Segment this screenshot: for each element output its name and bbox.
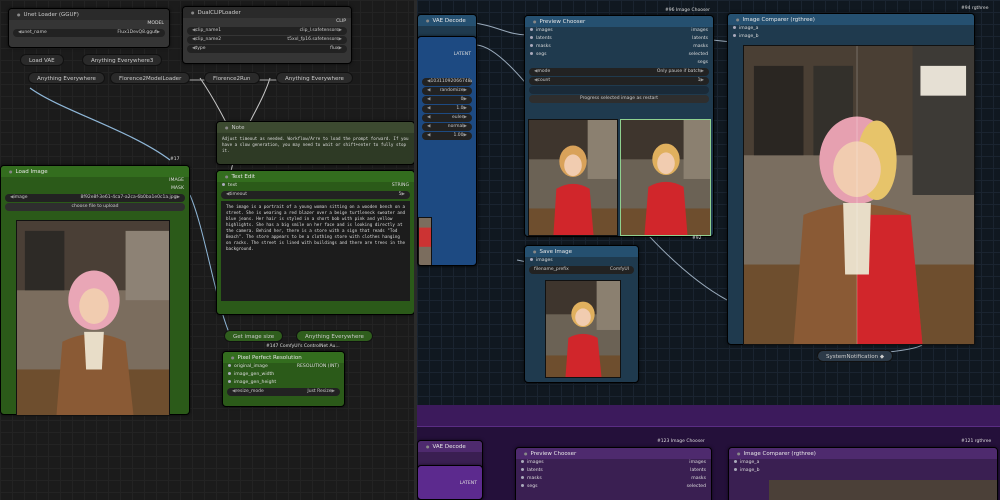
mode-field[interactable]: ◀ mode Only pause if batch ▶ (529, 68, 709, 76)
load-image-badge: #17 (170, 157, 180, 162)
chooser-image-2[interactable] (620, 119, 711, 236)
preview-spacer (529, 86, 709, 94)
count-field[interactable]: ◀ count 1 ▶ (529, 77, 709, 85)
load-image-title: Load Image (1, 166, 189, 177)
image-comparer-2-node[interactable]: Image Comparer (rgthree) image_a image_b (728, 447, 998, 500)
clip-loader-title: DualCLIPLoader (183, 7, 351, 18)
note-node[interactable]: Note Adjust timeout as needed. Workflow/… (216, 121, 415, 165)
resize-mode-field[interactable]: ◀ resize_mode Just Resize ▶ (227, 388, 340, 396)
note-text[interactable]: Adjust timeout as needed. Workflow/Arre … (217, 133, 414, 157)
image-comparer-2-badge: #121 rgthree (961, 439, 992, 444)
pixel-perfect-resolution-node[interactable]: Pixel Perfect Resolution original_imageR… (222, 351, 345, 407)
image-comparer-2-title: Image Comparer (rgthree) (729, 448, 997, 459)
system-notification-node[interactable]: SystemNotification ◆ (817, 350, 894, 362)
vae-decode-title: VAE Decode (418, 15, 476, 26)
ksampler-preview (418, 217, 432, 265)
clip-name1-field[interactable]: ◀ clip_name1 clip_l.safetensors ▶ (187, 27, 347, 35)
anything-everywhere-node-1[interactable]: Anything Everywhere (28, 72, 105, 84)
ksampler-2-node[interactable]: LATENT (417, 465, 483, 500)
comparer-2-image-strip (769, 480, 997, 500)
anything-everywhere-node-3[interactable]: Anything Everywhere (296, 330, 373, 342)
pixel-perfect-title: Pixel Perfect Resolution (223, 352, 344, 363)
florence2-run-node[interactable]: Florence2Run (204, 72, 260, 84)
mask-output-label[interactable]: MASK (171, 185, 184, 193)
chooser-image-badge: #92 (692, 236, 702, 241)
ksampler-node[interactable]: LATENT ◀10311092066748▶ ◀randomize▶ ◀0▶ … (417, 36, 477, 266)
sampler-field[interactable]: ◀ euler ▶ (422, 114, 472, 122)
text-edit-node[interactable]: Text Edit textSTRING ◀timeout5▶ The imag… (216, 170, 415, 315)
unet-loader-node[interactable]: Unet Loader (GGUF) MODEL ◀unet_nameFlux1… (8, 8, 170, 48)
preview-chooser-2-node[interactable]: Preview Chooser imagesimages latentslate… (515, 447, 712, 500)
steps-field[interactable]: ◀ 0 ▶ (422, 96, 472, 104)
timeout-field[interactable]: ◀ timeout 5 ▶ (221, 191, 410, 199)
image-output-label[interactable]: IMAGE (169, 177, 184, 185)
model-output-label[interactable]: MODEL (147, 20, 164, 28)
get-image-size-node[interactable]: Get image size (224, 330, 284, 342)
anything-everywhere3-node[interactable]: Anything Everywhere3 (82, 54, 163, 66)
image-file-field[interactable]: ◀ image 8f92e8f-3e61-4ca7-a2ca-6b0ba1e0c1a… (5, 194, 185, 202)
scheduler-field[interactable]: ◀ normal ▶ (422, 123, 472, 131)
preview-chooser-badge: #96 Image Chooser (665, 8, 710, 13)
vae-decode-2-title: VAE Decode (418, 441, 482, 452)
preview-chooser-2-title: Preview Chooser (516, 448, 711, 459)
denoise-field[interactable]: ◀ 1.00 ▶ (422, 132, 472, 140)
dual-clip-loader-node[interactable]: DualCLIPLoader CLIP ◀clip_name1clip_l.sa… (182, 6, 352, 64)
cfg-field[interactable]: ◀ 1.0 ▶ (422, 105, 472, 113)
pixel-perfect-badge: #147 ComfyUI's ControlNet Au... (266, 344, 340, 349)
right-workflow-canvas[interactable]: #98 VAE Decode LATENT ◀10311092066748▶ ◀… (417, 0, 1000, 500)
control-after-generate-field[interactable]: ◀ randomize ▶ (422, 87, 472, 95)
filename-prefix-field[interactable]: filename_prefix ComfyUI (529, 266, 634, 274)
note-title: Note (217, 122, 414, 133)
unet-loader-title: Unet Loader (GGUF) (9, 9, 169, 20)
progress-selected-button[interactable]: Progress selected image as restart (529, 95, 709, 103)
anything-everywhere-node-2[interactable]: Anything Everywhere (276, 72, 353, 84)
loaded-image-preview (16, 220, 170, 416)
text-edit-title: Text Edit (217, 171, 414, 182)
clip-name2-field[interactable]: ◀ clip_name2 t5xxl_fp16.safetensors ▶ (187, 36, 347, 44)
choose-file-button[interactable]: choose file to upload (5, 203, 185, 211)
saved-image-preview (545, 280, 621, 378)
text-edit-textarea[interactable]: The image is a portrait of a young woman… (221, 201, 410, 301)
seed-field[interactable]: ◀10311092066748▶ (422, 78, 472, 86)
save-image-title: Save Image (525, 246, 638, 257)
left-workflow-canvas[interactable]: Unet Loader (GGUF) MODEL ◀unet_nameFlux1… (0, 0, 415, 500)
latent-2-output-label[interactable]: LATENT (460, 480, 477, 488)
clip-type-field[interactable]: ◀ type flux ▶ (187, 45, 347, 53)
image-comparer-badge: #94 rgthree (961, 6, 989, 11)
florence2-model-loader-node[interactable]: Florence2ModelLoader (110, 72, 191, 84)
unet-name-field[interactable]: ◀ unet_name Flux1DevQ8.gguf ▶ (13, 29, 165, 37)
latent-output-label[interactable]: LATENT (454, 51, 471, 59)
preview-chooser-title: Preview Chooser (525, 16, 713, 27)
chooser-image-1[interactable] (528, 119, 618, 236)
image-comparer-title: Image Comparer (rgthree) (728, 14, 974, 25)
preview-chooser-2-badge: #123 Image Chooser (657, 439, 705, 444)
load-vae-node[interactable]: Load VAE (20, 54, 64, 66)
comparer-image[interactable] (743, 45, 975, 345)
clip-output-label[interactable]: CLIP (336, 18, 346, 26)
